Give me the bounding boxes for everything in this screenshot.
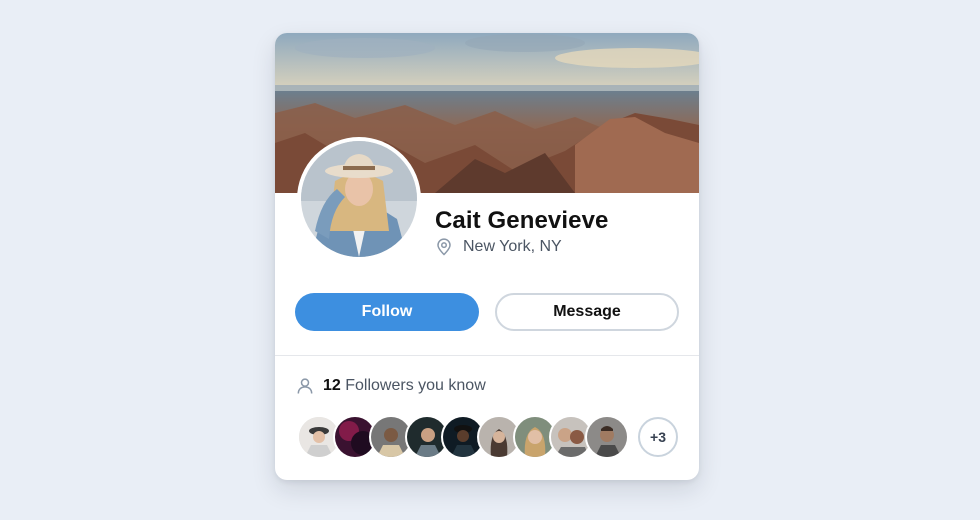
map-pin-icon [437,238,451,256]
message-button[interactable]: Message [495,293,679,331]
followers-label: Followers you know [345,377,486,394]
profile-card: Cait Genevieve New York, NY Follow Messa… [275,33,699,480]
person-icon [297,378,313,394]
followers-summary: 12 Followers you know [295,376,486,396]
divider [275,355,699,356]
more-followers-button[interactable]: +3 [638,417,678,457]
profile-location: New York, NY [435,238,562,256]
location-text: New York, NY [463,238,562,255]
followers-avatar-list: +3 [297,415,678,459]
profile-name: Cait Genevieve [435,207,609,234]
avatar[interactable] [297,137,421,261]
follower-avatar[interactable] [585,415,629,459]
profile-photo [301,141,417,257]
follow-button[interactable]: Follow [295,293,479,331]
followers-count: 12 [323,377,341,394]
